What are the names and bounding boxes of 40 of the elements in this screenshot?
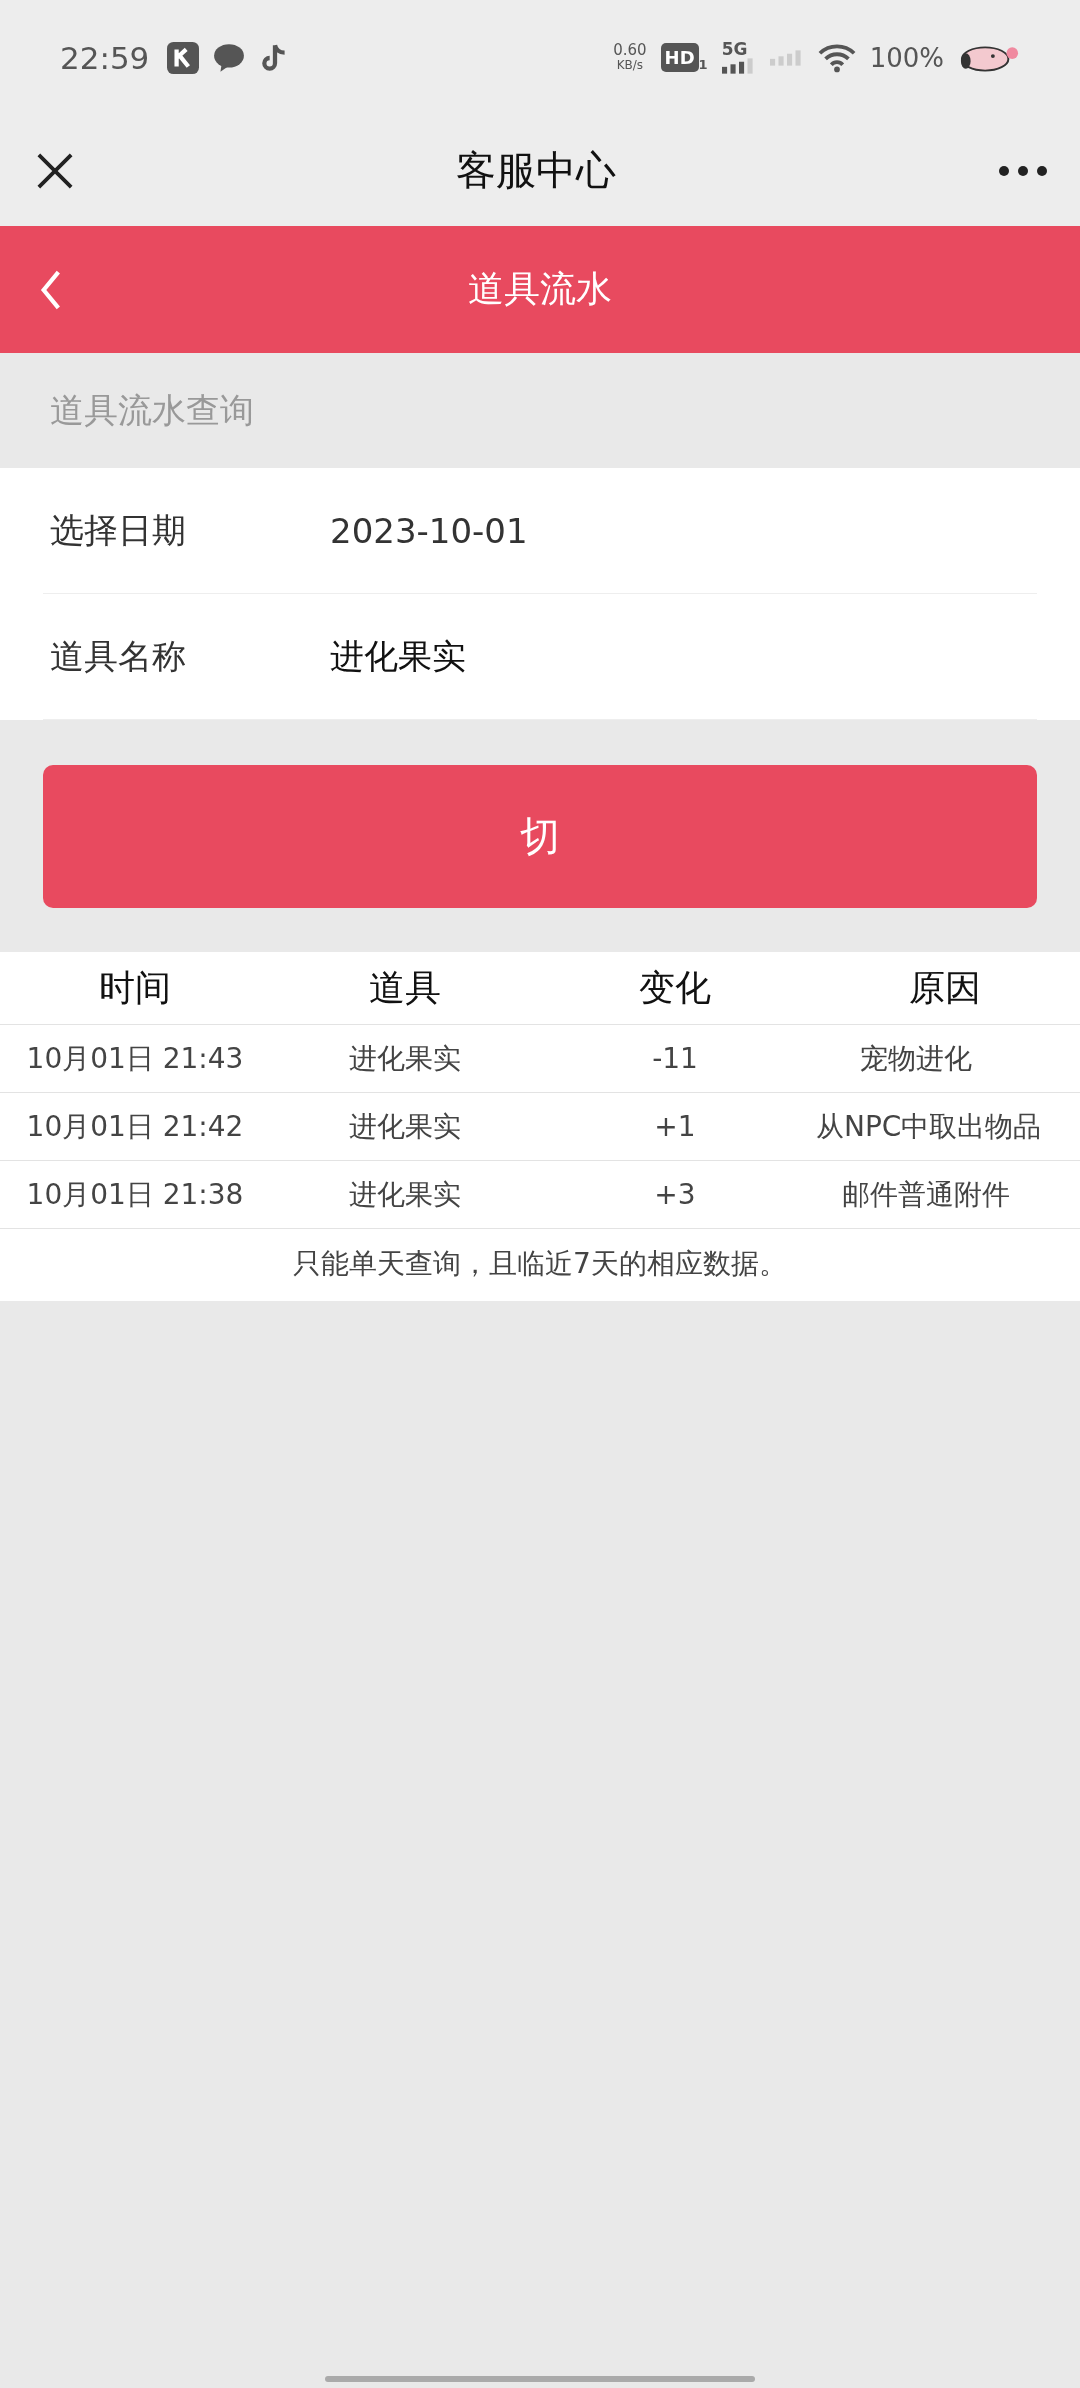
network-type: 5G <box>721 41 749 58</box>
chat-bubble-icon <box>213 41 246 74</box>
table-cell-text: -11 <box>651 1041 699 1077</box>
table-cell-text: 宠物进化 <box>859 1040 973 1077</box>
speed-unit: KB/s <box>616 57 644 73</box>
table-cell-text: 从NPC中取出物品 <box>815 1108 1043 1145</box>
close-icon[interactable] <box>36 151 74 190</box>
header-title: 道具流水 <box>468 267 612 311</box>
network-speed: 0.60 <box>613 42 647 58</box>
table-cell-text: 10月01日 21:42 <box>25 1108 245 1145</box>
table-cell-text: 进化果实 <box>348 1040 462 1077</box>
hd-badge: HD <box>660 43 699 72</box>
table-cell-text: 进化果实 <box>348 1108 462 1145</box>
table-cell-text: 10月01日 21:38 <box>25 1176 245 1213</box>
field-label: 道具名称 <box>49 634 187 678</box>
note-text: 只能单天查询，且临近7天的相应数据。 <box>292 1246 788 1282</box>
signal-icon <box>769 49 804 66</box>
more-icon[interactable] <box>998 164 1048 177</box>
signal-icon <box>721 58 756 74</box>
column-header: 道具 <box>368 965 442 1010</box>
column-header: 变化 <box>638 965 712 1010</box>
submit-button[interactable]: 切 <box>43 765 1037 908</box>
field-value[interactable]: 2023-10-01 <box>330 510 528 551</box>
table-cell-text: +3 <box>653 1177 697 1213</box>
table-cell-text: 10月01日 21:43 <box>25 1040 245 1077</box>
battery-level: 100% <box>869 42 944 73</box>
field-value[interactable]: 进化果实 <box>330 633 466 680</box>
section-title: 道具流水查询 <box>49 388 255 432</box>
back-icon[interactable] <box>40 268 62 311</box>
page-title: 客服中心 <box>456 146 616 195</box>
clock-time: 22:59 <box>60 39 150 76</box>
wifi-icon <box>817 42 856 73</box>
table-cell-text: +1 <box>653 1109 697 1145</box>
table-cell-text: 进化果实 <box>348 1176 462 1213</box>
column-header: 原因 <box>908 965 982 1010</box>
field-label: 选择日期 <box>49 508 187 552</box>
sim-number: 1 <box>698 57 708 72</box>
column-header: 时间 <box>98 965 172 1010</box>
table-cell-text: 邮件普通附件 <box>841 1176 1011 1213</box>
k-app-icon <box>167 41 200 74</box>
